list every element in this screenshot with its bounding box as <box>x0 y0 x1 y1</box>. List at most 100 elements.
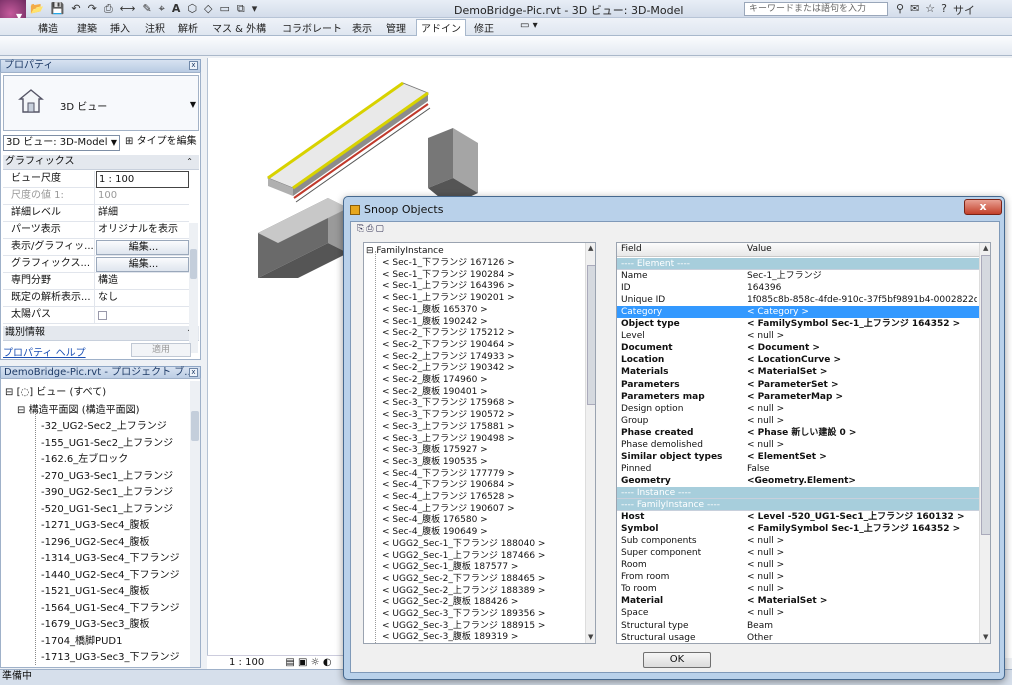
search-input[interactable]: キーワードまたは語句を入力 <box>744 2 888 16</box>
tree-item[interactable]: < Sec-2_上フランジ 190342 > <box>382 362 515 374</box>
scroll-thumb[interactable] <box>190 249 197 279</box>
scroll-thumb[interactable] <box>191 411 199 441</box>
close-icon[interactable]: x <box>189 368 198 377</box>
table-row[interactable]: Similar object types < ElementSet > <box>617 451 979 463</box>
list-item[interactable]: -1521_UG1-Sec4_腹板 <box>41 582 149 597</box>
tree-item[interactable]: < Sec-2_下フランジ 190464 > <box>382 339 515 351</box>
tab-structure[interactable]: 構造 <box>38 20 58 35</box>
tree-item[interactable]: < UGG2_Sec-4_下フランジ 189599 > <box>382 643 545 644</box>
tree-item[interactable]: < Sec-1_下フランジ 190284 > <box>382 269 515 281</box>
tab-modify[interactable]: 修正 <box>474 20 494 35</box>
list-item[interactable]: -162.6_左ブロック <box>41 450 128 465</box>
tree-item[interactable]: < Sec-3_上フランジ 175881 > <box>382 421 515 433</box>
table-row[interactable]: Material < MaterialSet > <box>617 595 979 607</box>
table-row[interactable]: Geometry <Geometry.Element> <box>617 475 979 487</box>
tree-item[interactable]: < UGG2_Sec-3_下フランジ 189356 > <box>382 608 545 620</box>
edit-type-button[interactable]: ⊞ タイプを編集 <box>125 135 197 149</box>
visual-style-icon[interactable]: ▣ <box>298 657 307 668</box>
customize-icon[interactable]: ▾ <box>252 2 258 16</box>
tree-item[interactable]: < UGG2_Sec-1_腹板 187577 > <box>382 561 518 573</box>
scroll-up-icon[interactable]: ▲ <box>588 244 593 252</box>
property-value[interactable]: 詳細 <box>96 205 189 222</box>
tag-icon[interactable]: ⌖ <box>159 2 165 16</box>
table-row[interactable]: Room < null > <box>617 559 979 571</box>
scroll-down-icon[interactable]: ▼ <box>983 633 988 641</box>
list-item[interactable]: -155_UG1-Sec2_上フランジ <box>41 434 173 449</box>
view-scale-input[interactable]: 1 : 100 <box>96 171 189 188</box>
tree-item[interactable]: < Sec-1_腹板 165370 > <box>382 304 488 316</box>
ok-button[interactable]: OK <box>643 652 711 668</box>
tree-item[interactable]: < Sec-4_下フランジ 177779 > <box>382 468 515 480</box>
tree-item[interactable]: < UGG2_Sec-2_上フランジ 188389 > <box>382 585 545 597</box>
grid-scrollbar[interactable]: ▲ ▼ <box>979 243 990 643</box>
list-item[interactable]: -270_UG3-Sec1_上フランジ <box>41 467 173 482</box>
text-icon[interactable]: A <box>172 2 181 16</box>
sun-path-checkbox[interactable] <box>96 307 189 324</box>
table-row[interactable]: Host < Level -520_UG1-Sec1_上フランジ 160132 > <box>617 511 979 523</box>
tree-item[interactable]: < Sec-2_腹板 174960 > <box>382 374 488 386</box>
open-icon[interactable]: 📂 <box>30 2 44 16</box>
column-header-value[interactable]: Value <box>747 244 772 254</box>
list-item[interactable]: -1296_UG2-Sec4_腹板 <box>41 533 149 548</box>
tree-item[interactable]: < UGG2_Sec-3_上フランジ 188915 > <box>382 620 545 632</box>
scroll-down-icon[interactable]: ▼ <box>588 633 593 641</box>
type-selector[interactable]: 3D ビュー ▼ <box>3 75 199 131</box>
scroll-up-icon[interactable]: ▲ <box>983 244 988 252</box>
tab-view[interactable]: 表示 <box>352 20 372 35</box>
table-row[interactable]: Level < null > <box>617 330 979 342</box>
properties-help-link[interactable]: プロパティ ヘルプ <box>3 344 86 359</box>
tree-item[interactable]: < Sec-2_下フランジ 175212 > <box>382 327 515 339</box>
dimension-icon[interactable]: ✎ <box>142 2 151 16</box>
edit-graphics-button[interactable]: 編集... <box>96 257 189 272</box>
help-icon[interactable]: ? <box>941 2 947 18</box>
chevron-down-icon[interactable]: ▼ <box>190 100 196 109</box>
tree-item[interactable]: < UGG2_Sec-2_下フランジ 188465 > <box>382 573 545 585</box>
tab-architecture[interactable]: 建築 <box>77 20 97 35</box>
section-identity[interactable]: 識別情報⌃ <box>3 326 199 341</box>
ribbon-options-icon[interactable]: ▭ ▾ <box>520 20 538 31</box>
table-row[interactable]: Sub components < null > <box>617 535 979 547</box>
column-header-field[interactable]: Field <box>621 244 642 254</box>
table-row[interactable]: Space < null > <box>617 607 979 619</box>
tab-addins[interactable]: アドイン <box>416 19 466 36</box>
tree-item[interactable]: < UGG2_Sec-1_上フランジ 187466 > <box>382 550 545 562</box>
tree-item[interactable]: < Sec-3_下フランジ 190572 > <box>382 409 515 421</box>
table-row[interactable]: ID 164396 <box>617 282 979 294</box>
tree-item[interactable]: < Sec-3_上フランジ 190498 > <box>382 433 515 445</box>
property-value[interactable]: なし <box>96 290 189 307</box>
scroll-thumb[interactable] <box>587 265 595 405</box>
thin-lines-icon[interactable]: ▭ <box>219 2 229 16</box>
table-row[interactable]: ---- Instance ---- <box>617 486 979 499</box>
tree-item[interactable]: < Sec-4_上フランジ 190607 > <box>382 503 515 515</box>
table-row[interactable]: Materials < MaterialSet > <box>617 366 979 378</box>
properties-scrollbar[interactable] <box>189 223 198 353</box>
table-row[interactable]: Location < LocationCurve > <box>617 354 979 366</box>
tab-annotate[interactable]: 注釈 <box>145 20 165 35</box>
scroll-thumb[interactable] <box>981 255 990 535</box>
browser-scrollbar[interactable] <box>190 381 200 667</box>
print-icon[interactable]: ⎙ <box>104 2 113 16</box>
list-item[interactable]: -1271_UG3-Sec4_腹板 <box>41 516 149 531</box>
tree-item[interactable]: < Sec-1_上フランジ 164396 > <box>382 280 515 292</box>
switch-windows-icon[interactable]: ⧉ <box>237 2 245 16</box>
tree-root[interactable]: ⊟ [◌] ビュー (すべて) <box>5 383 106 398</box>
tree-item[interactable]: < Sec-3_腹板 175927 > <box>382 444 488 456</box>
table-row[interactable]: Super component < null > <box>617 547 979 559</box>
preview-icon[interactable]: ▢ <box>375 224 386 234</box>
detail-level-icon[interactable]: ▤ <box>285 657 294 668</box>
table-row[interactable]: From room < null > <box>617 571 979 583</box>
table-row[interactable]: Category < Category > <box>617 306 979 319</box>
list-item[interactable]: -1713_UG3-Sec3_下フランジ <box>41 648 179 663</box>
table-row[interactable]: Structural type Beam <box>617 620 979 632</box>
table-row[interactable]: Group < null > <box>617 415 979 427</box>
star-icon[interactable]: ☆ <box>925 2 935 18</box>
tree-root[interactable]: ⊟ FamilyInstance <box>366 245 444 257</box>
list-item[interactable]: -1314_UG3-Sec4_下フランジ <box>41 549 179 564</box>
3d-view-icon[interactable]: ⬡ <box>187 2 197 16</box>
list-item[interactable]: -1440_UG2-Sec4_下フランジ <box>41 566 179 581</box>
view-scale-label[interactable]: 1 : 100 <box>229 657 264 668</box>
undo-icon[interactable]: ↶ <box>71 2 80 16</box>
table-row[interactable]: Parameters map < ParameterMap > <box>617 391 979 403</box>
table-row[interactable]: Phase demolished < null > <box>617 439 979 451</box>
sign-in-label[interactable]: サイ <box>953 2 975 18</box>
